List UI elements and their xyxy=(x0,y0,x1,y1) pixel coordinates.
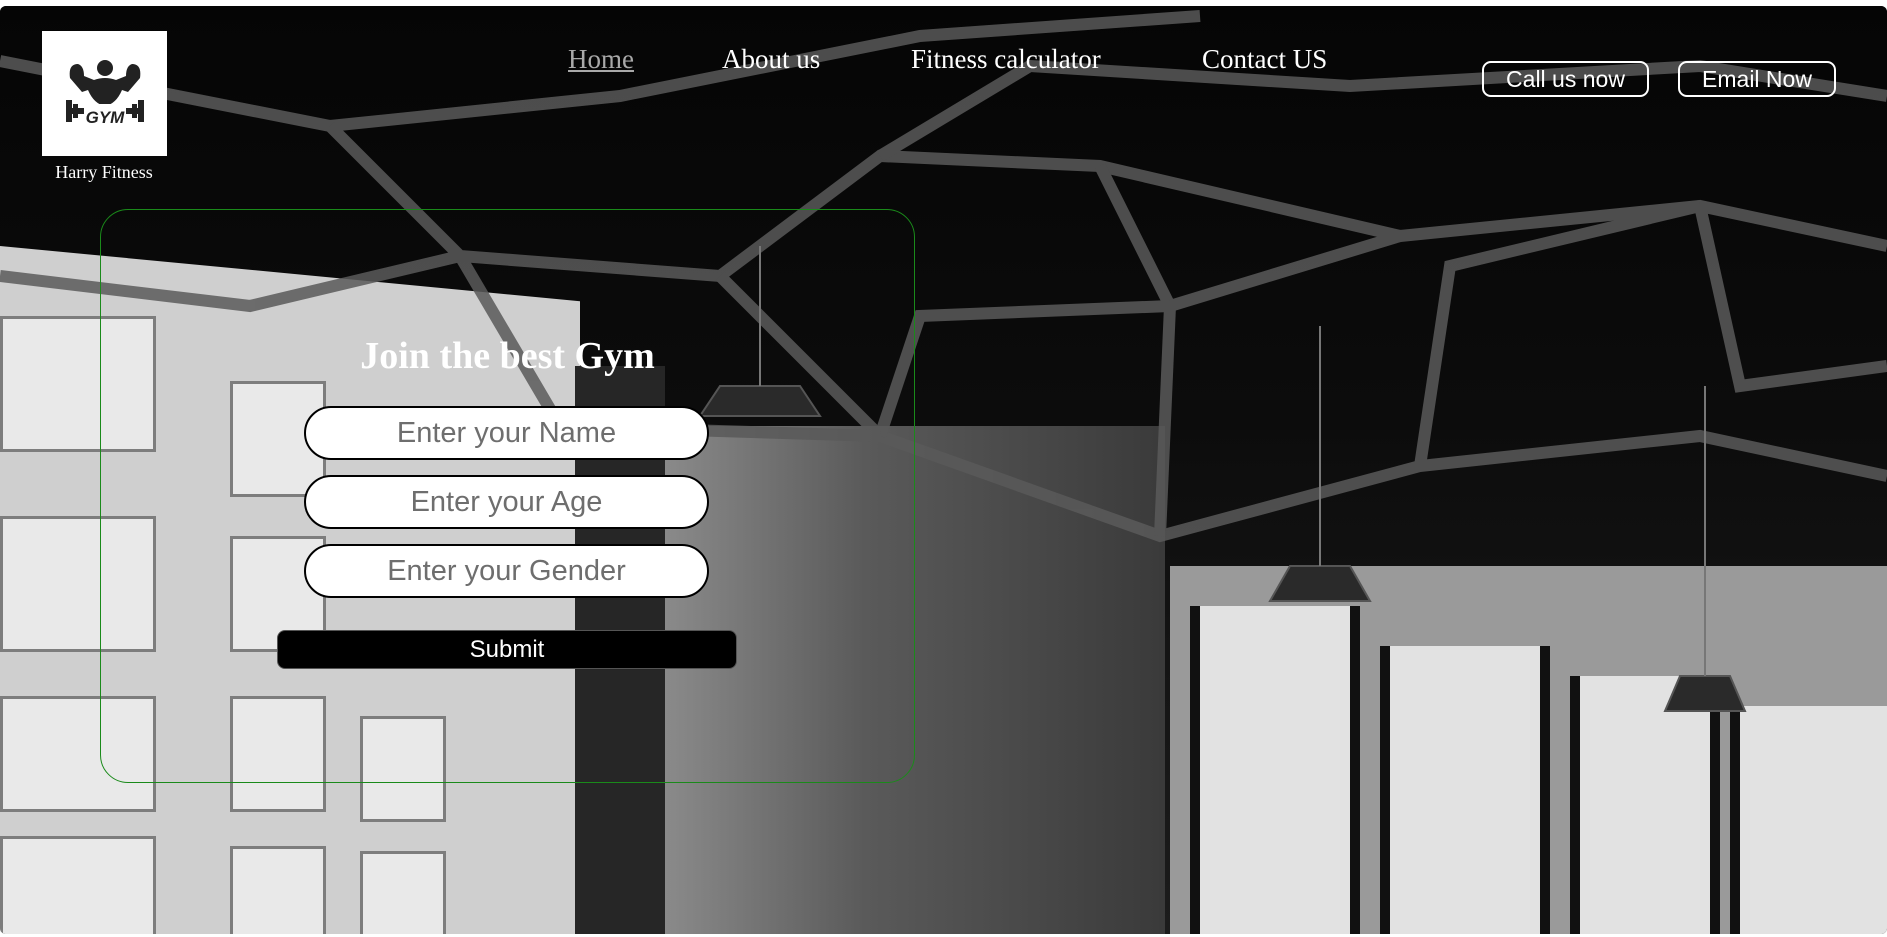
email-now-button[interactable]: Email Now xyxy=(1678,61,1836,97)
brand-name: Harry Fitness xyxy=(55,162,153,182)
name-input[interactable] xyxy=(304,406,709,460)
age-input[interactable] xyxy=(304,475,709,529)
logo-text: GYM xyxy=(85,108,125,127)
nav-about-us[interactable]: About us xyxy=(722,44,820,75)
page-frame: GYM Harry Fitness Home About us Fitness … xyxy=(0,6,1887,934)
brand-logo[interactable]: GYM xyxy=(42,31,167,156)
gender-input[interactable] xyxy=(304,544,709,598)
nav-home[interactable]: Home xyxy=(568,44,634,75)
nav-contact-us[interactable]: Contact US xyxy=(1202,44,1327,75)
call-us-button[interactable]: Call us now xyxy=(1482,61,1649,97)
submit-button[interactable]: Submit xyxy=(277,630,737,669)
nav-fitness-calculator[interactable]: Fitness calculator xyxy=(911,44,1101,75)
gym-bodybuilder-icon: GYM xyxy=(65,59,144,127)
form-title: Join the best Gym xyxy=(360,335,655,377)
